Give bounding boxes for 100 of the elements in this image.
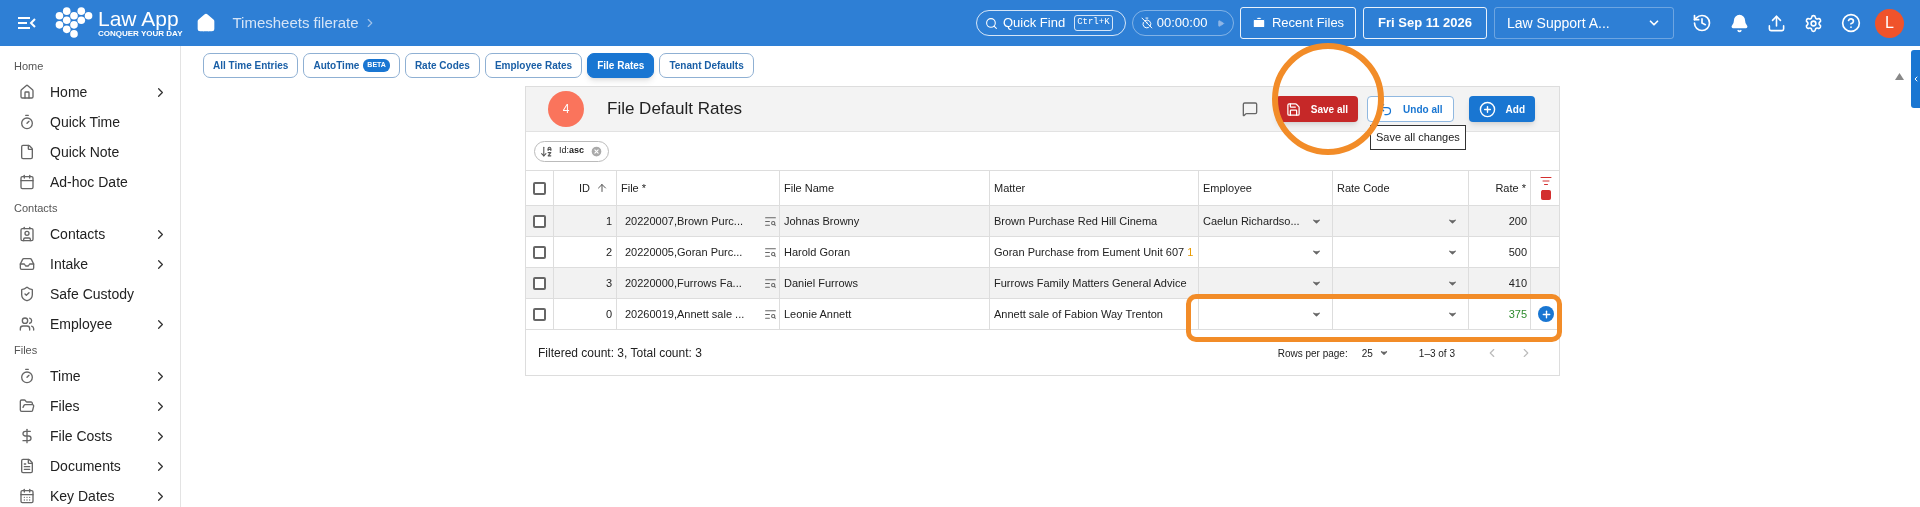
lookup-icon[interactable] xyxy=(764,276,777,290)
section-title: Files xyxy=(13,342,39,358)
timer-off-icon xyxy=(1141,16,1153,30)
table-row[interactable]: 2 20220005,Goran Purc... Harold Goran Goran Purchase from Eument Unit 607 1 500 xyxy=(526,237,1559,268)
upload-icon[interactable] xyxy=(1767,13,1786,33)
scroll-up-icon[interactable] xyxy=(1895,73,1904,80)
settings-icon[interactable] xyxy=(1804,13,1823,33)
page-range: 1–3 of 3 xyxy=(1418,346,1455,361)
sidebar-item[interactable]: Contacts xyxy=(0,219,180,249)
sidebar-item[interactable]: Ad-hoc Date xyxy=(0,167,180,197)
people-icon xyxy=(19,316,35,332)
lookup-icon[interactable] xyxy=(764,307,777,321)
checkbox[interactable] xyxy=(533,181,546,195)
column-header[interactable]: File * xyxy=(617,171,780,205)
tab[interactable]: All Time Entries xyxy=(203,53,299,78)
sidebar-item[interactable]: Safe Custody xyxy=(0,279,180,309)
logo-icon xyxy=(54,6,94,40)
undo-all-button[interactable]: Undo all xyxy=(1367,96,1454,122)
table-cell-text: 200 xyxy=(1508,213,1527,229)
flag-mark: 1 xyxy=(1187,244,1194,260)
timer-value: 00:00:00 xyxy=(1156,14,1208,33)
stopwatch-icon xyxy=(19,368,35,384)
add-button[interactable]: Add xyxy=(1468,96,1535,122)
brand-tagline: CONQUER YOUR DAY xyxy=(98,30,183,38)
table-cell-text: Johnas Browny xyxy=(784,213,860,229)
column-header[interactable]: Matter xyxy=(990,171,1199,205)
sidebar-item[interactable]: Key Dates xyxy=(0,481,180,507)
sidebar-item[interactable]: Files xyxy=(0,391,180,421)
menu-icon[interactable] xyxy=(17,16,37,30)
page-size-select[interactable]: 25 xyxy=(1361,345,1389,361)
lookup-icon[interactable] xyxy=(764,245,777,259)
tab[interactable]: File Rates xyxy=(587,53,655,78)
tab[interactable]: Tenant Defaults xyxy=(659,53,754,78)
checkbox[interactable] xyxy=(533,245,546,259)
table-row[interactable]: 0 20260019,Annett sale ... Leonie Annett Annett sale of Fabion Way Trenton 375 xyxy=(526,299,1559,330)
calendar-icon xyxy=(19,174,35,190)
add-row-button[interactable] xyxy=(1538,306,1554,322)
help-icon[interactable] xyxy=(1841,13,1861,33)
save-icon xyxy=(1285,101,1301,117)
employee-select[interactable]: Caelun Richardso... xyxy=(1199,206,1333,236)
brand-name: Law App xyxy=(98,8,180,29)
panel-title: File Default Rates xyxy=(607,98,743,121)
comment-icon[interactable] xyxy=(1241,101,1258,117)
shortcut-key: Ctrl+K xyxy=(1074,15,1113,31)
table-cell-text: Goran Purchase from Eument Unit 607 xyxy=(994,244,1185,260)
user-avatar[interactable]: L xyxy=(1875,8,1904,38)
table-cell-text: 2 xyxy=(605,244,612,260)
sidebar-item[interactable]: File Costs xyxy=(0,421,180,451)
table-cell-text: 20220005,Goran Purc... xyxy=(625,244,744,260)
contact-card-icon xyxy=(19,226,35,242)
tab[interactable]: Rate Codes xyxy=(404,53,480,78)
filter-icon[interactable] xyxy=(1540,175,1552,187)
table-cell-text: 500 xyxy=(1508,244,1527,260)
sidebar-item[interactable]: Intake xyxy=(0,249,180,279)
table-cell-text: 20260019,Annett sale ... xyxy=(625,306,746,322)
sort-arrow-icon xyxy=(596,182,608,194)
table-cell-text: 20220007,Brown Purc... xyxy=(625,213,745,229)
home-icon[interactable] xyxy=(196,13,217,33)
table-cell-text: Brown Purchase Red Hill Cinema xyxy=(994,213,1158,229)
checkbox[interactable] xyxy=(533,307,546,321)
column-header[interactable]: ID xyxy=(554,171,617,205)
section-title: Home xyxy=(13,58,45,74)
tenant-select[interactable]: Law Support A... xyxy=(1494,7,1674,39)
section-title: Contacts xyxy=(13,200,59,216)
sort-az-icon xyxy=(540,144,553,158)
checkbox[interactable] xyxy=(533,276,546,290)
sidebar-item[interactable]: Quick Note xyxy=(0,137,180,167)
remove-icon xyxy=(590,144,604,158)
table-cell-text: Harold Goran xyxy=(784,244,851,260)
stopwatch-icon xyxy=(19,114,35,130)
rows-per-page-label: Rows per page: xyxy=(1277,346,1348,361)
sidebar-item[interactable]: Home xyxy=(0,77,180,107)
recent-files-button[interactable]: Recent Files xyxy=(1240,7,1356,39)
column-header[interactable]: File Name xyxy=(780,171,990,205)
tab[interactable]: Employee Rates xyxy=(484,53,583,78)
table-cell-text: 3 xyxy=(605,275,612,291)
table-row[interactable]: 3 20220000,Furrows Fa... Daniel Furrows Furrows Family Matters General Advice 410 xyxy=(526,268,1559,299)
columns-icon[interactable] xyxy=(1540,189,1552,201)
table-cell-text: 1 xyxy=(605,213,612,229)
checkbox[interactable] xyxy=(533,214,546,228)
sidebar-item[interactable]: Employee xyxy=(0,309,180,339)
dropdown-caret-icon xyxy=(1378,348,1389,358)
history-icon[interactable] xyxy=(1692,13,1712,33)
table-row[interactable]: 1 20220007,Brown Purc... Johnas Browny Brown Purchase Red Hill Cinema Caelun Richardso... 200 xyxy=(526,206,1559,237)
sidebar-item[interactable]: Quick Time xyxy=(0,107,180,137)
document-icon xyxy=(19,144,35,160)
date-button[interactable]: Fri Sep 11 2026 xyxy=(1363,7,1487,39)
briefcase-icon xyxy=(1251,16,1266,30)
tooltip: Save all changes xyxy=(1370,125,1466,150)
bell-icon[interactable] xyxy=(1730,13,1749,33)
sidebar-item[interactable]: Time xyxy=(0,361,180,391)
column-header[interactable]: Rate * xyxy=(1469,171,1531,205)
column-header[interactable]: Rate Code xyxy=(1333,171,1469,205)
document-icon xyxy=(19,458,35,474)
dollar-icon xyxy=(19,428,35,444)
column-header[interactable]: Employee xyxy=(1199,171,1333,205)
table-cell-text: Leonie Annett xyxy=(784,306,852,322)
count-summary: Filtered count: 3, Total count: 3 xyxy=(538,345,703,362)
lookup-icon[interactable] xyxy=(764,214,777,228)
sidebar-item[interactable]: Documents xyxy=(0,451,180,481)
